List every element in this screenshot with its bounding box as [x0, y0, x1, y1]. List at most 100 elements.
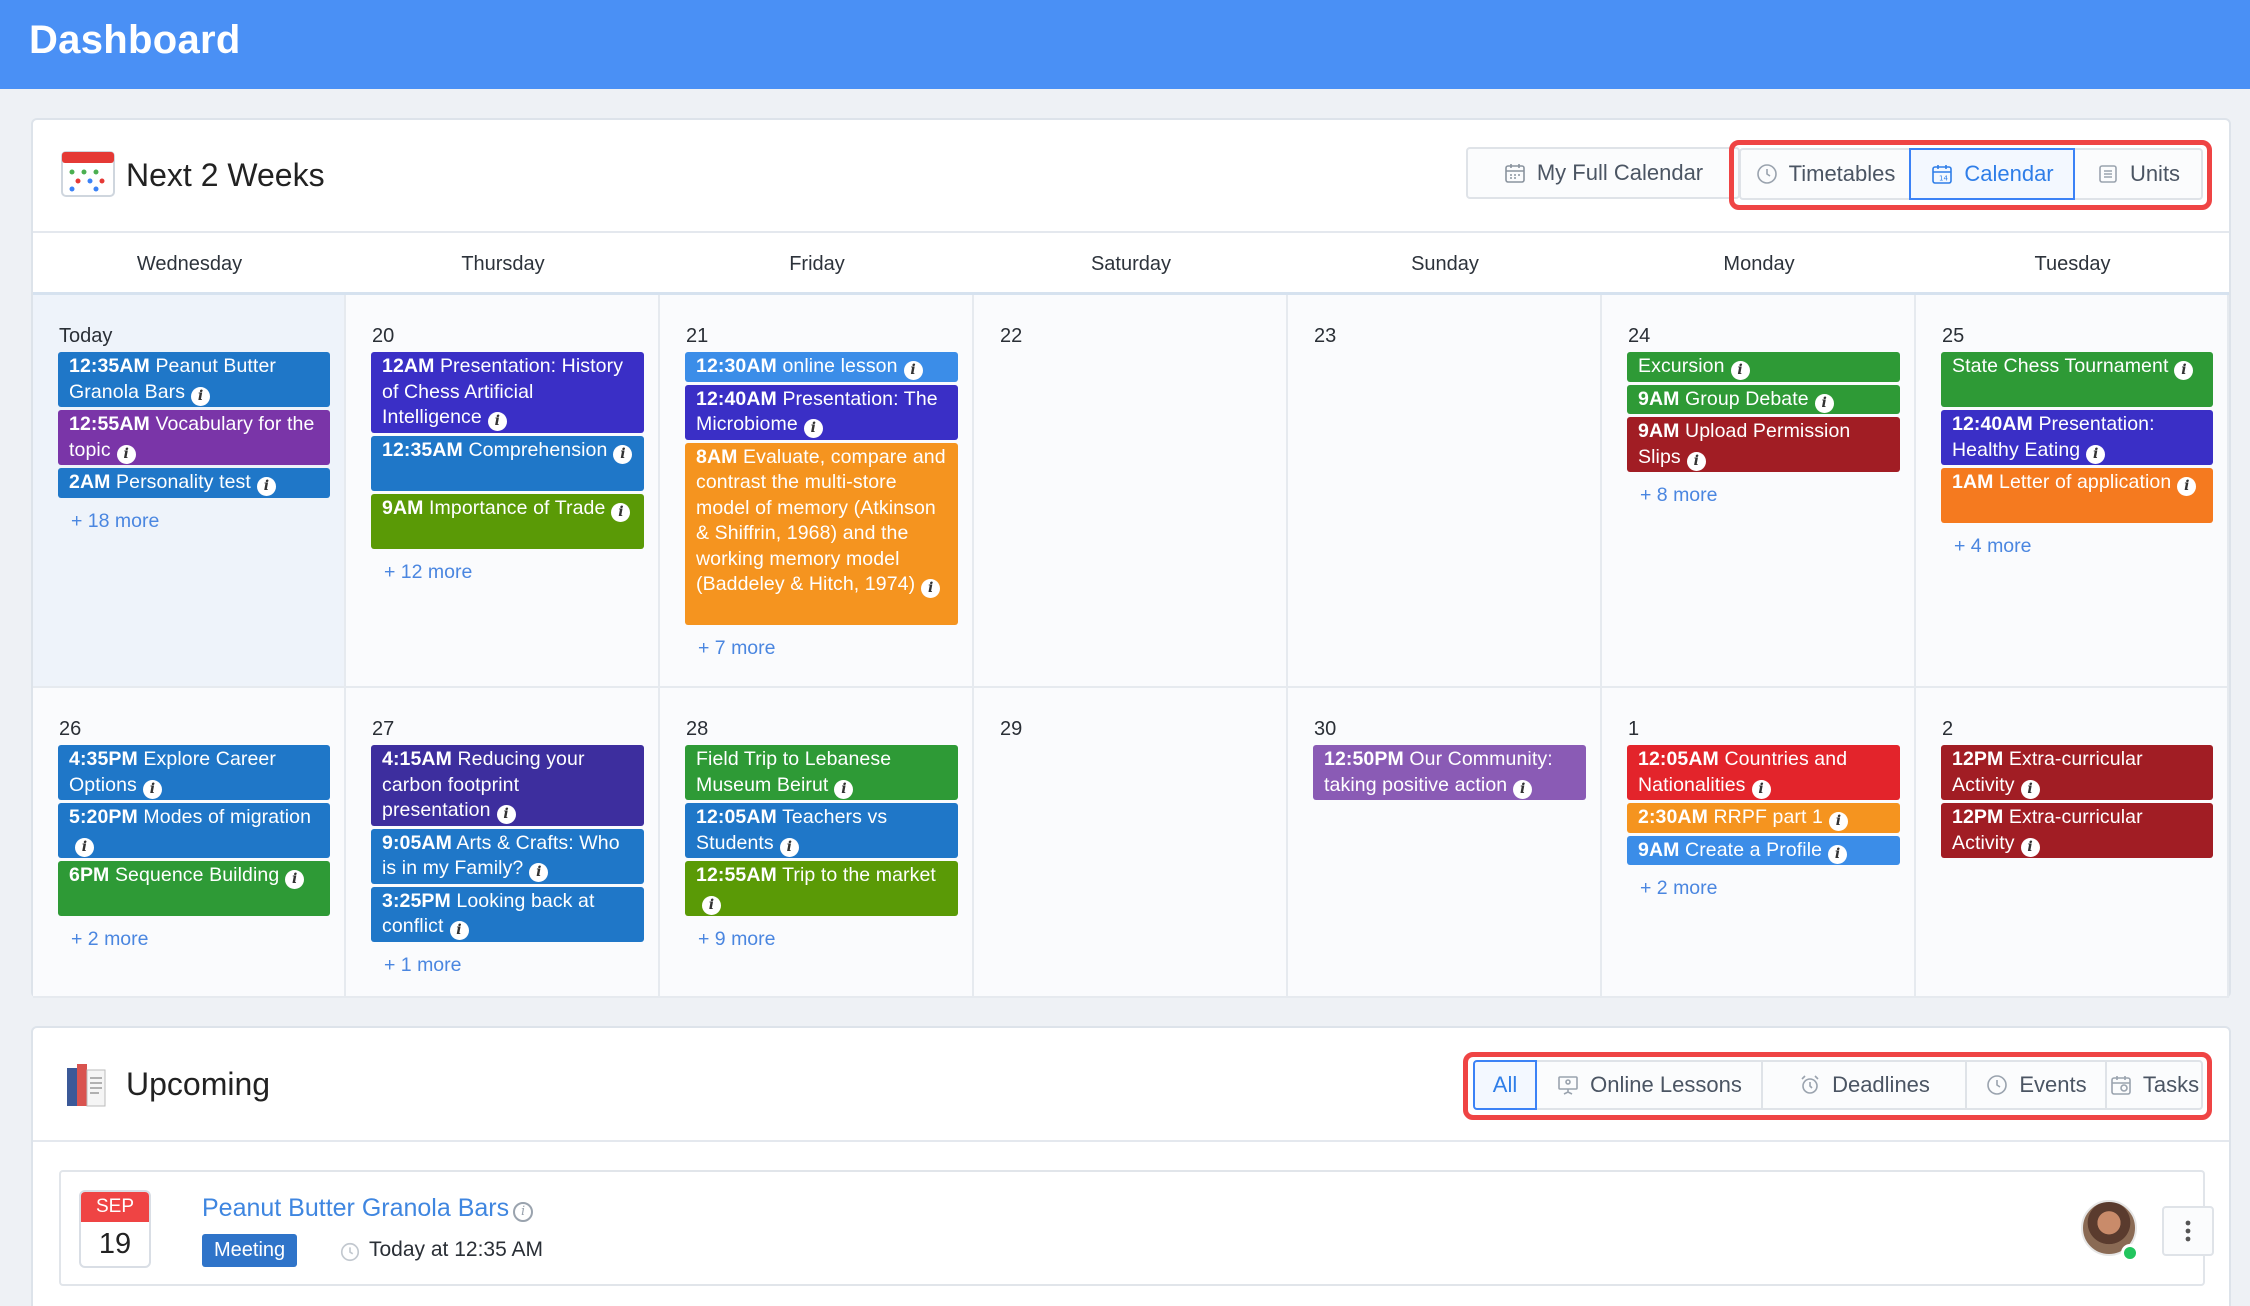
info-icon[interactable]: i: [1751, 779, 1771, 799]
info-icon[interactable]: i: [529, 863, 549, 882]
info-icon[interactable]: i: [613, 444, 633, 464]
info-icon[interactable]: i: [1828, 812, 1848, 831]
info-icon[interactable]: i: [921, 579, 941, 598]
info-icon[interactable]: i: [803, 419, 823, 438]
event-title: Comprehension: [468, 438, 608, 461]
filter-deadlines[interactable]: Deadlines: [1761, 1060, 1967, 1110]
calendar-event[interactable]: 12:40AM Presentation: The Microbiome i: [685, 384, 958, 440]
calendar-event[interactable]: 12AM Presentation: History of Chess Arti…: [371, 352, 644, 433]
calendar-day-cell[interactable]: 29: [974, 688, 1288, 998]
calendar-event[interactable]: 4:35PM Explore Career Options i: [58, 745, 330, 800]
info-icon[interactable]: i: [1828, 844, 1848, 864]
info-icon[interactable]: i: [779, 837, 799, 857]
calendar-event[interactable]: 2:30AM RRPF part 1 i: [1627, 803, 1900, 833]
info-icon[interactable]: i: [449, 921, 469, 940]
calendar-day-cell[interactable]: 23: [1288, 295, 1602, 688]
more-events-link[interactable]: + 7 more: [698, 637, 776, 660]
more-events-link[interactable]: + 9 more: [698, 928, 776, 951]
filter-online-lessons[interactable]: Online Lessons: [1535, 1060, 1763, 1110]
calendar-day-cell[interactable]: 2 12PM Extra-curricular Activity i 12PM Ext…: [1916, 688, 2229, 998]
calendar-event[interactable]: 12:55AM Vocabulary for the topic i: [58, 410, 330, 465]
calendar-event[interactable]: 12:05AM Countries and Nationalities i: [1627, 745, 1900, 800]
calendar-event[interactable]: 12PM Extra-curricular Activity i: [1941, 745, 2213, 800]
calendar-event[interactable]: 9:05AM Arts & Crafts: Who is in my Famil…: [371, 828, 644, 884]
calendar-day-cell[interactable]: 26 4:35PM Explore Career Options i 5:20PM M…: [33, 688, 346, 998]
calendar-event[interactable]: 12:35AM Peanut Butter Granola Bars i: [58, 352, 330, 407]
calendar-day-cell[interactable]: 25 State Chess Tournament i 12:40AM Present…: [1916, 295, 2229, 688]
calendar-event[interactable]: Field Trip to Lebanese Museum Beirut i: [685, 745, 958, 800]
calendar-day-cell[interactable]: Today 12:35AM Peanut Butter Granola Bars i…: [33, 295, 346, 688]
info-icon[interactable]: i: [75, 837, 94, 857]
info-icon[interactable]: i: [834, 779, 854, 799]
more-options-button[interactable]: [2162, 1206, 2214, 1256]
calendar-day-cell[interactable]: 21 12:30AM online lesson i 12:40AM Presenta…: [660, 295, 974, 688]
calendar-event[interactable]: 3:25PM Looking back at conflict i: [371, 886, 644, 942]
more-events-link[interactable]: + 2 more: [1640, 877, 1718, 900]
more-events-link[interactable]: + 2 more: [71, 928, 149, 951]
calendar-event[interactable]: 8AM Evaluate, compare and contrast the m…: [685, 442, 958, 625]
info-icon[interactable]: i: [256, 477, 276, 496]
tab-units[interactable]: Units: [2073, 148, 2203, 200]
info-icon[interactable]: i: [1686, 451, 1706, 471]
calendar-event[interactable]: 9AM Upload Permission Slips i: [1627, 417, 1900, 472]
calendar-event[interactable]: 9AM Group Debate i: [1627, 384, 1900, 414]
calendar-day-cell[interactable]: 28 Field Trip to Lebanese Museum Beirut i 1…: [660, 688, 974, 998]
info-icon[interactable]: i: [2086, 444, 2106, 464]
info-icon[interactable]: i: [116, 444, 136, 464]
calendar-event[interactable]: 4:15AM Reducing your carbon footprint pr…: [371, 745, 644, 826]
calendar-day-cell[interactable]: 27 4:15AM Reducing your carbon footprint …: [346, 688, 660, 998]
calendar-event[interactable]: 12:50PM Our Community: taking positive a…: [1313, 745, 1586, 800]
info-icon[interactable]: i: [496, 805, 516, 824]
more-events-link[interactable]: + 12 more: [384, 561, 472, 584]
info-icon[interactable]: i: [1730, 361, 1750, 380]
info-icon[interactable]: i: [611, 502, 631, 522]
calendar-event[interactable]: 12:30AM online lesson i: [685, 352, 958, 382]
calendar-event[interactable]: 2AM Personality test i: [58, 468, 330, 498]
calendar-day-cell[interactable]: 1 12:05AM Countries and Nationalities i 2:3…: [1602, 688, 1916, 998]
filter-all[interactable]: All: [1473, 1060, 1537, 1110]
weekday-header-row: Wednesday Thursday Friday Saturday Sunday Mon…: [33, 233, 2229, 295]
tab-timetables[interactable]: Timetables: [1739, 148, 1911, 200]
clock-icon: [340, 1242, 360, 1262]
calendar-event[interactable]: 12:55AM Trip to the market i: [685, 861, 958, 916]
info-icon[interactable]: i: [2177, 477, 2197, 496]
calendar-event[interactable]: Excursion i: [1627, 352, 1900, 382]
info-icon[interactable]: i: [487, 412, 507, 431]
my-full-calendar-button[interactable]: My Full Calendar: [1466, 147, 1740, 199]
calendar-event[interactable]: 9AM Importance of Trade i: [371, 493, 644, 549]
calendar-event[interactable]: 12:40AM Presentation: Healthy Eating i: [1941, 410, 2213, 465]
info-icon[interactable]: i: [142, 779, 162, 799]
calendar-day-cell[interactable]: 24 Excursion i 9AM Group Debate i 9AM Upload …: [1602, 295, 1916, 688]
info-icon[interactable]: i: [2174, 361, 2194, 380]
more-events-link[interactable]: + 8 more: [1640, 484, 1718, 507]
info-icon[interactable]: i: [2020, 779, 2040, 799]
more-events-link[interactable]: + 4 more: [1954, 535, 2032, 558]
filter-tasks[interactable]: Tasks: [2105, 1060, 2203, 1110]
info-icon[interactable]: i: [513, 1202, 534, 1222]
calendar-event[interactable]: 12PM Extra-curricular Activity i: [1941, 803, 2213, 858]
info-icon[interactable]: i: [702, 895, 721, 915]
calendar-event[interactable]: 12:35AM Comprehension i: [371, 435, 644, 491]
calendar-event[interactable]: 12:05AM Teachers vs Students i: [685, 803, 958, 858]
info-icon[interactable]: i: [1513, 779, 1533, 799]
calendar-day-cell[interactable]: 20 12AM Presentation: History of Chess Ar…: [346, 295, 660, 688]
calendar-event[interactable]: State Chess Tournament i: [1941, 352, 2213, 407]
day-number: 23: [1314, 325, 1337, 347]
tab-calendar[interactable]: 14 Calendar: [1909, 148, 2075, 200]
info-icon[interactable]: i: [903, 361, 923, 380]
upcoming-item[interactable]: SEP 19 Peanut Butter Granola Bars i Meeti…: [59, 1170, 2214, 1286]
info-icon[interactable]: i: [191, 386, 211, 406]
calendar-event[interactable]: 5:20PM Modes of migration i: [58, 803, 330, 858]
calendar-day-cell[interactable]: 22: [974, 295, 1288, 688]
more-events-link[interactable]: + 1 more: [384, 954, 462, 977]
upcoming-item-title-link[interactable]: Peanut Butter Granola Bars i: [202, 1194, 534, 1223]
calendar-event[interactable]: 6PM Sequence Building i: [58, 861, 330, 916]
info-icon[interactable]: i: [2020, 837, 2040, 857]
info-icon[interactable]: i: [1814, 393, 1834, 413]
filter-events[interactable]: Events: [1965, 1060, 2107, 1110]
info-icon[interactable]: i: [285, 870, 305, 889]
calendar-event[interactable]: 9AM Create a Profile i: [1627, 835, 1900, 865]
calendar-day-cell[interactable]: 30 12:50PM Our Community: taking positive…: [1288, 688, 1602, 998]
more-events-link[interactable]: + 18 more: [71, 510, 159, 533]
calendar-event[interactable]: 1AM Letter of application i: [1941, 468, 2213, 523]
